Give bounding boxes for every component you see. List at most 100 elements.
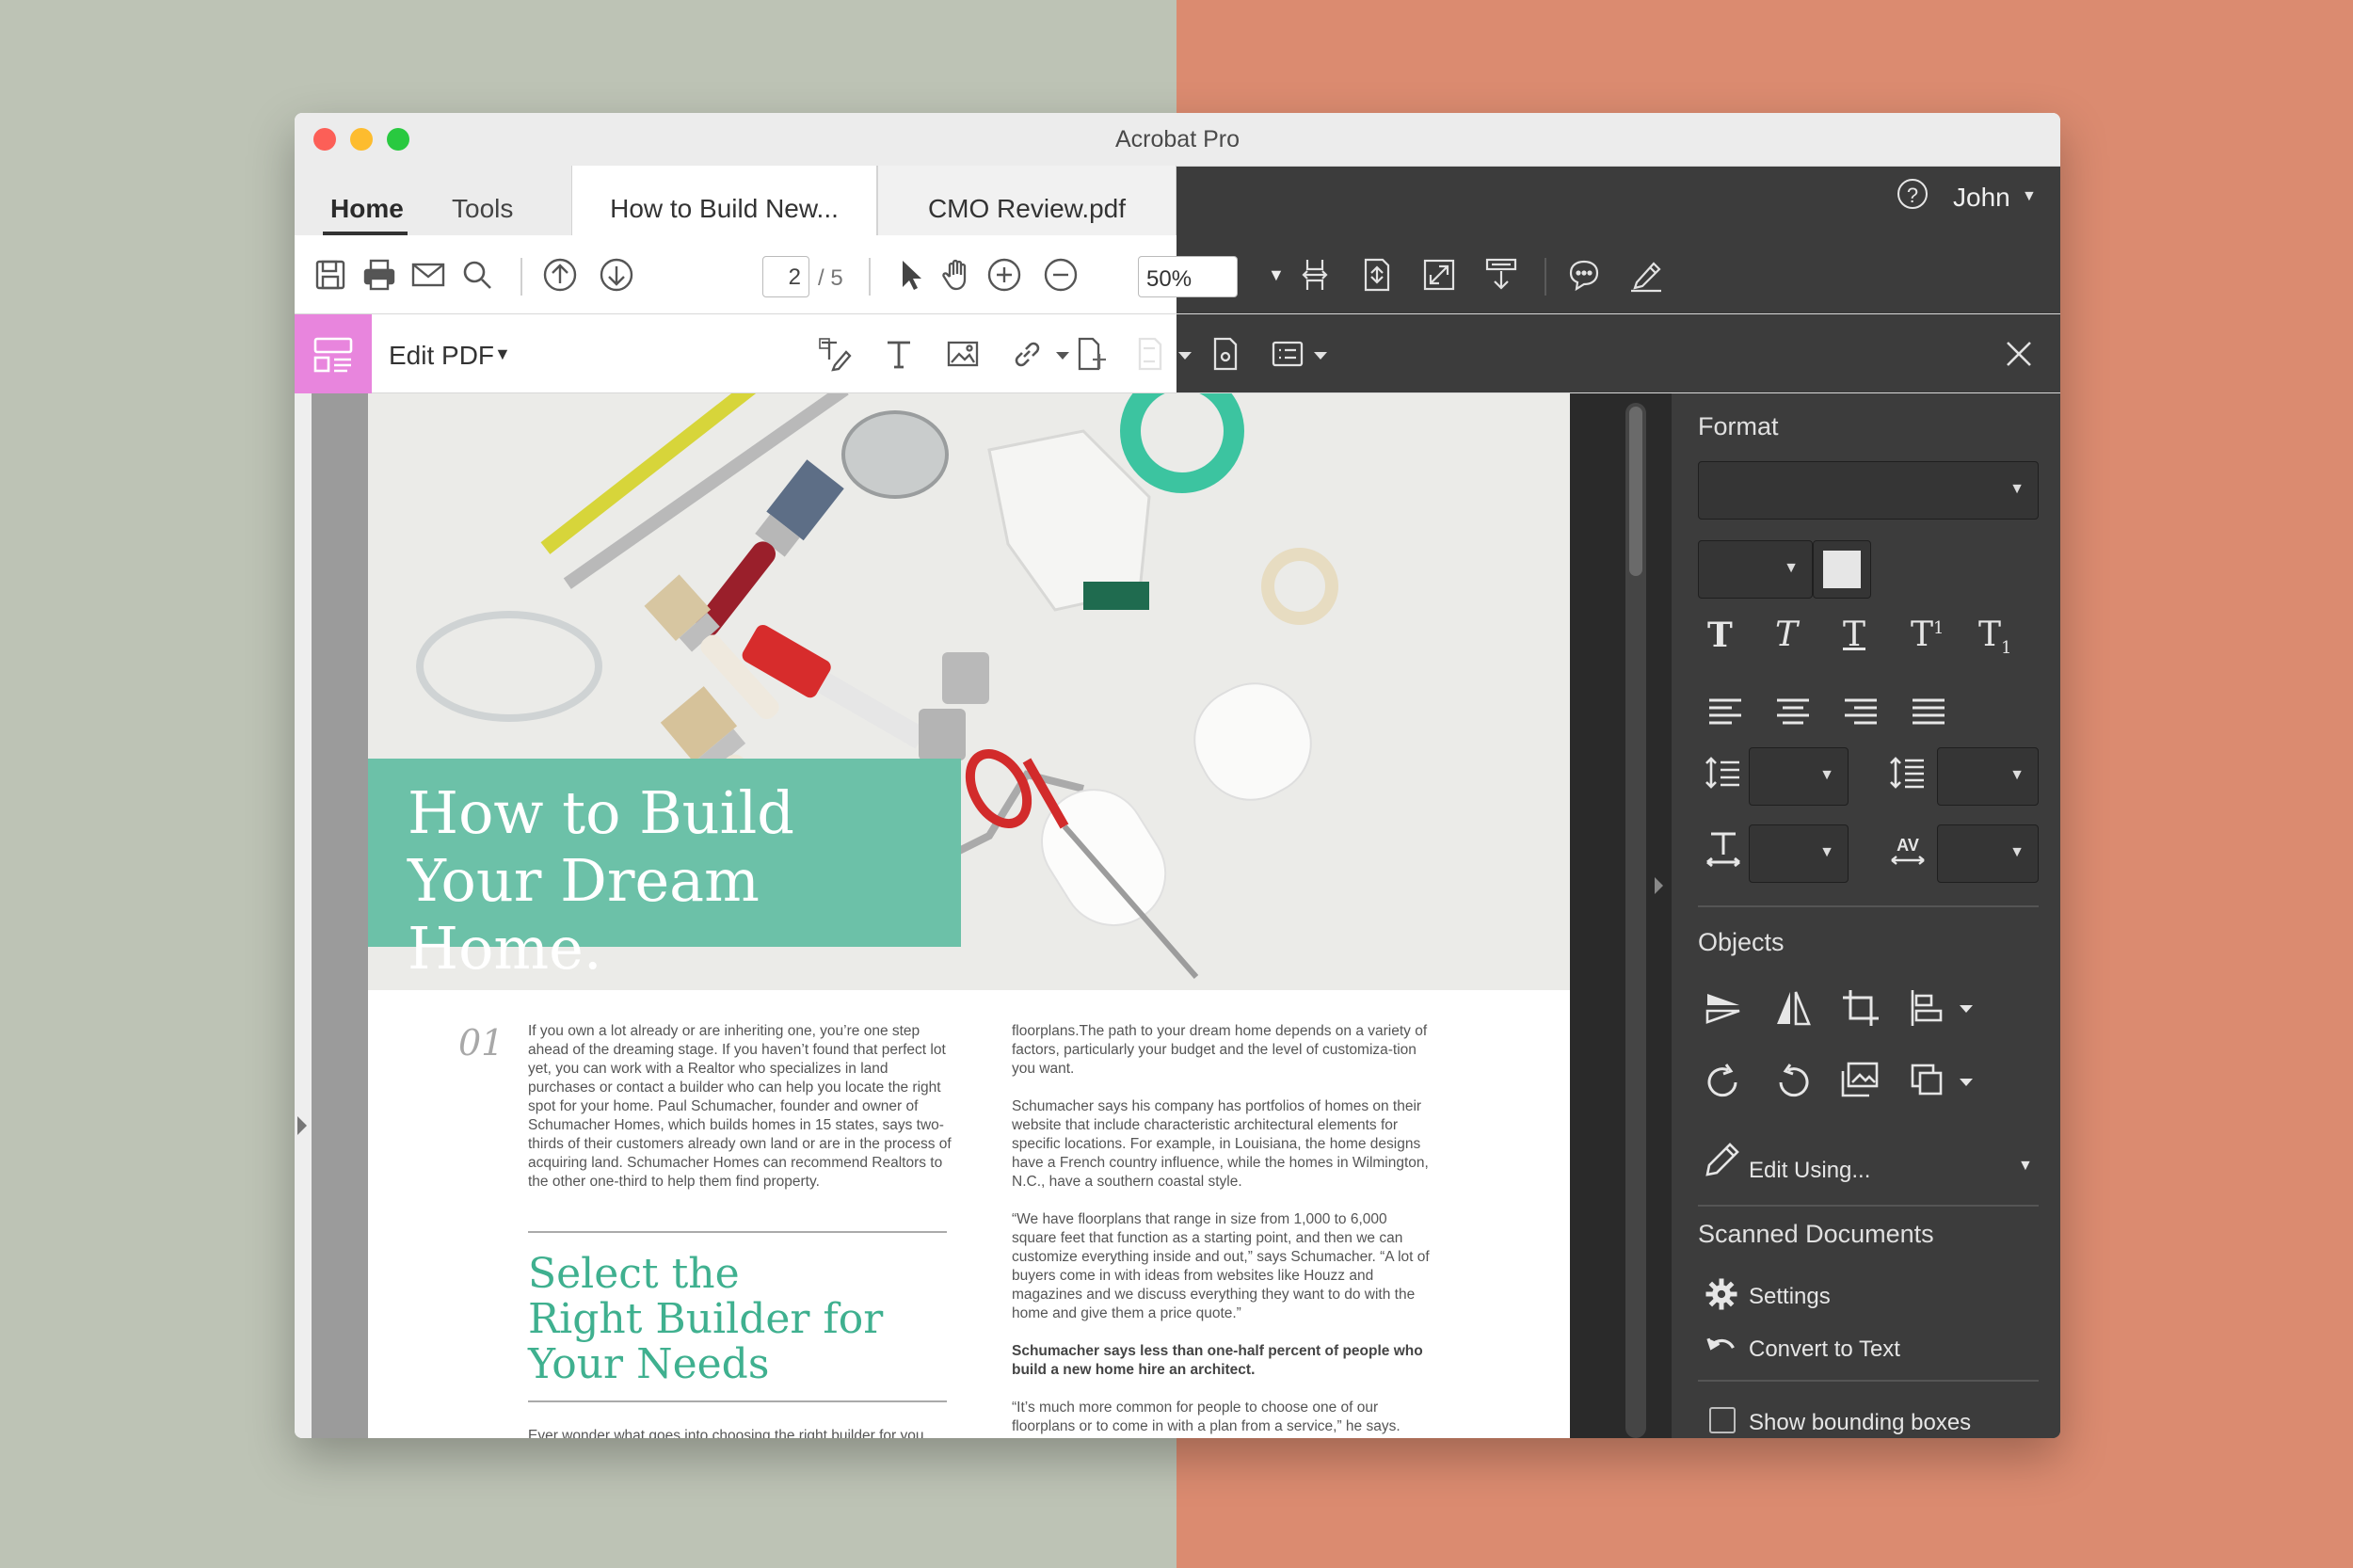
chevron-down-icon: ▼: [1784, 560, 1799, 576]
horizontal-scale-icon[interactable]: [1702, 828, 1745, 872]
panel-divider: [1698, 905, 2039, 907]
superscript-icon[interactable]: T1: [1911, 616, 1944, 654]
document-margin: [1570, 393, 1672, 1438]
tab-home[interactable]: Home: [330, 194, 404, 224]
fit-width-icon[interactable]: [1296, 256, 1334, 294]
chevron-down-icon[interactable]: ▼: [2022, 188, 2037, 205]
justify-icon[interactable]: [1907, 691, 1950, 734]
crop-icon[interactable]: [1839, 986, 1882, 1030]
chevron-down-icon[interactable]: ▼: [2018, 1158, 2033, 1175]
toolbar-separator: [869, 258, 871, 296]
hero-title-band: How to Build Your Dream Home.: [368, 759, 961, 983]
align-left-icon[interactable]: [1704, 691, 1747, 734]
print-icon[interactable]: [360, 256, 398, 294]
subscript-icon[interactable]: T1: [1978, 616, 2011, 658]
font-size-dropdown[interactable]: ▼: [1698, 540, 1813, 599]
show-bounding-boxes-checkbox[interactable]: [1709, 1407, 1736, 1433]
close-icon[interactable]: [2000, 335, 2038, 373]
character-spacing-icon[interactable]: AV: [1886, 828, 1929, 872]
chevron-down-icon[interactable]: [1945, 1060, 1973, 1103]
expand-pane-icon[interactable]: [297, 1116, 307, 1135]
pencil-icon[interactable]: [1700, 1139, 1743, 1182]
edit-pdf-tool-icon[interactable]: [295, 314, 372, 393]
font-family-dropdown[interactable]: ▼: [1698, 461, 2039, 520]
collapse-panel-icon[interactable]: [1655, 877, 1663, 894]
rotate-counterclockwise-icon[interactable]: [1771, 1060, 1815, 1103]
chevron-down-icon[interactable]: ▼: [494, 344, 511, 364]
watermark-icon[interactable]: [1208, 335, 1245, 373]
full-screen-icon[interactable]: [1420, 256, 1458, 294]
panel-divider: [1698, 1380, 2039, 1382]
chevron-down-icon: ▼: [1819, 767, 1834, 783]
scrollbar-thumb[interactable]: [1629, 407, 1642, 576]
paragraph-spacing-dropdown[interactable]: ▼: [1937, 747, 2039, 806]
page-number-input[interactable]: 2: [762, 256, 809, 297]
help-icon[interactable]: ?: [1897, 179, 1928, 209]
line-spacing-icon[interactable]: [1702, 751, 1745, 794]
zoom-in-icon[interactable]: [985, 256, 1023, 294]
character-spacing-dropdown[interactable]: ▼: [1937, 824, 2039, 883]
select-arrow-icon[interactable]: [891, 256, 929, 294]
crop-pages-icon[interactable]: [1072, 335, 1110, 373]
italic-text-icon[interactable]: T: [1775, 616, 1798, 654]
user-menu[interactable]: John: [1953, 183, 2010, 213]
chevron-down-icon[interactable]: [1945, 986, 1973, 1030]
underline-text-icon[interactable]: T: [1843, 616, 1865, 654]
body-paragraph: “We have floorplans that range in size f…: [1012, 1211, 1430, 1321]
rotate-clockwise-icon[interactable]: [1702, 1060, 1745, 1103]
toolbar-separator: [1545, 258, 1546, 296]
body-column-right: floorplans.The path to your dream home d…: [1012, 1022, 1435, 1438]
gear-icon[interactable]: [1704, 1276, 1739, 1312]
fit-page-icon[interactable]: [1358, 256, 1396, 294]
comment-icon[interactable]: [1565, 256, 1603, 294]
chevron-down-icon[interactable]: [1166, 335, 1192, 373]
zoom-out-icon[interactable]: [1042, 256, 1080, 294]
scroll-mode-icon[interactable]: [1482, 256, 1520, 294]
chevron-down-icon[interactable]: [1302, 335, 1327, 373]
highlight-pen-icon[interactable]: [1627, 256, 1665, 294]
line-spacing-dropdown[interactable]: ▼: [1749, 747, 1849, 806]
tab-document-cmo-review[interactable]: CMO Review.pdf: [877, 166, 1176, 235]
convert-to-text-link[interactable]: Convert to Text: [1749, 1336, 1900, 1363]
edit-using-label[interactable]: Edit Using...: [1749, 1158, 1870, 1184]
settings-link[interactable]: Settings: [1749, 1284, 1831, 1310]
add-image-icon[interactable]: [944, 335, 982, 373]
align-right-icon[interactable]: [1839, 691, 1882, 734]
tab-label: CMO Review.pdf: [927, 194, 1127, 223]
paragraph-spacing-icon[interactable]: [1886, 751, 1929, 794]
horizontal-scale-dropdown[interactable]: ▼: [1749, 824, 1849, 883]
undo-convert-icon[interactable]: [1704, 1331, 1739, 1367]
text-color-swatch[interactable]: [1813, 540, 1871, 599]
add-text-icon[interactable]: [880, 335, 918, 373]
edit-pdf-label[interactable]: Edit PDF: [389, 341, 494, 371]
format-heading: Format: [1698, 412, 1779, 440]
tab-document-how-to-build[interactable]: How to Build New...: [571, 166, 877, 235]
align-center-icon[interactable]: [1771, 691, 1815, 734]
flip-vertical-icon[interactable]: [1702, 986, 1745, 1030]
replace-image-icon[interactable]: [1839, 1060, 1882, 1103]
tab-tools[interactable]: Tools: [452, 194, 513, 224]
tracking-mark: AV: [1897, 836, 1919, 855]
show-bounding-boxes-label: Show bounding boxes: [1749, 1410, 1972, 1435]
pdf-page: How to Build Your Dream Home. 01 If you …: [368, 393, 1570, 1438]
body-paragraph-bold: Schumacher says less than one-half perce…: [1012, 1343, 1423, 1378]
body-paragraph-cut: Ever wonder what goes into choosing the …: [528, 1428, 924, 1438]
zoom-value: 50%: [1146, 266, 1193, 292]
previous-page-icon[interactable]: [541, 256, 579, 294]
mail-icon[interactable]: [409, 256, 447, 294]
search-icon[interactable]: [458, 256, 496, 294]
save-icon[interactable]: [312, 256, 349, 294]
chevron-down-icon[interactable]: ▼: [1268, 265, 1285, 285]
chevron-down-icon[interactable]: [1044, 335, 1069, 373]
subheading-rule-top: [528, 1231, 947, 1233]
header-footer-icon[interactable]: [1132, 335, 1170, 373]
bold-text-icon[interactable]: T: [1707, 616, 1733, 655]
main-toolbar: 2 / 5 50% ▼: [295, 235, 2060, 314]
edit-text-image-icon[interactable]: [816, 335, 854, 373]
hand-tool-icon[interactable]: [938, 256, 976, 294]
flip-horizontal-icon[interactable]: [1771, 986, 1815, 1030]
toolbar-separator: [520, 258, 522, 296]
next-page-icon[interactable]: [598, 256, 635, 294]
link-icon[interactable]: [1008, 335, 1046, 373]
zoom-select[interactable]: 50%: [1138, 256, 1238, 297]
